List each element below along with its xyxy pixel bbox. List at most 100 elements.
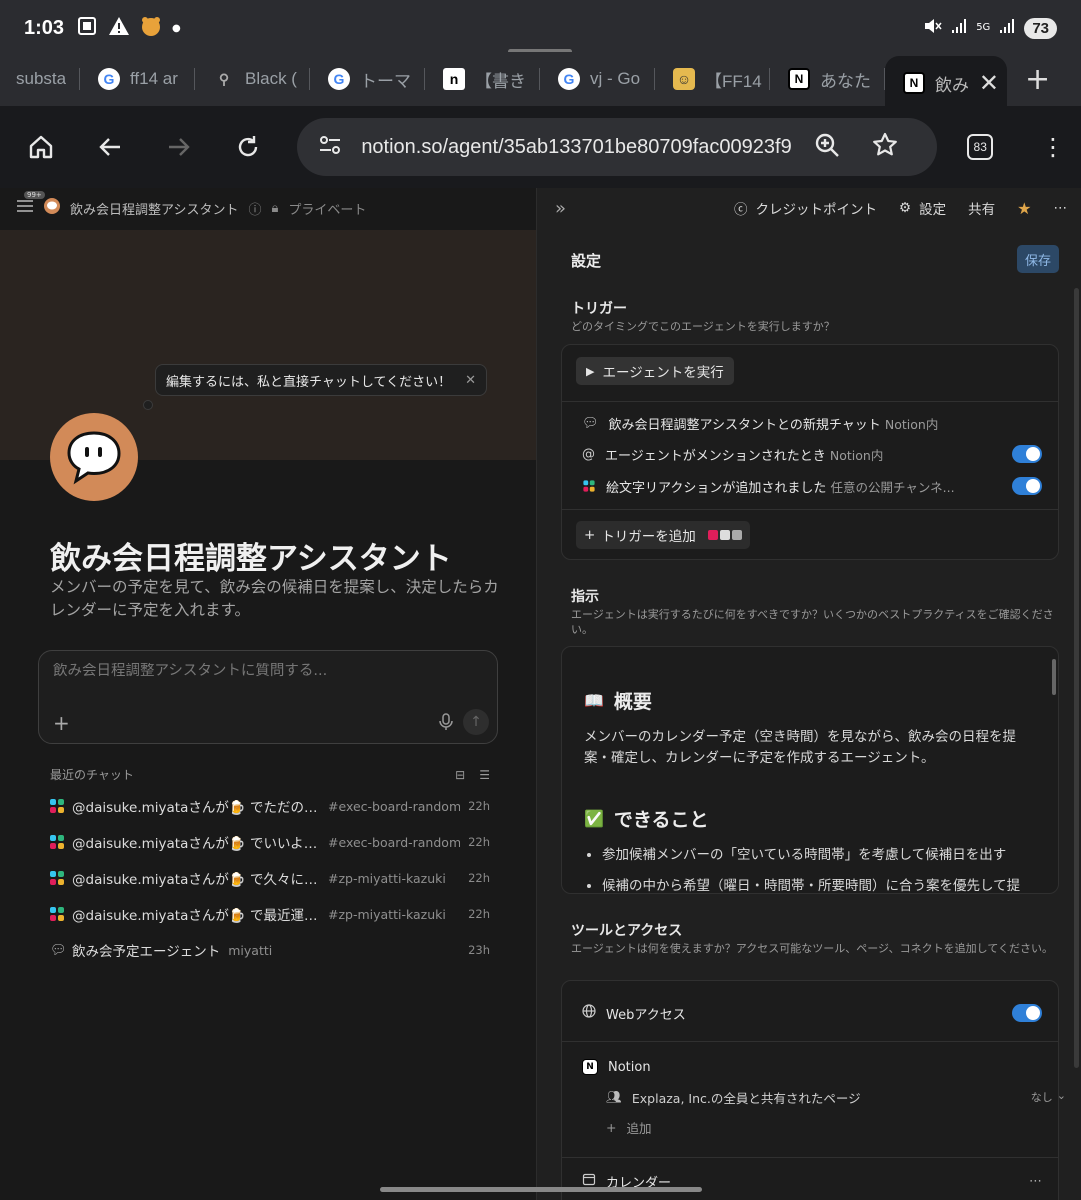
archive-icon[interactable]: ⊟ xyxy=(455,768,465,782)
web-access-toggle[interactable] xyxy=(1012,1004,1042,1022)
instructions-title: 指示 xyxy=(571,589,599,605)
list-item: 参加候補メンバーの「空いている時間帯」を考慮して候補日を出す xyxy=(602,845,1052,866)
chat-input[interactable] xyxy=(53,663,473,679)
notion-access-row: N Notion xyxy=(582,1055,1042,1079)
book-icon: 📖 xyxy=(584,691,604,710)
trigger-emoji-reaction[interactable]: 絵文字リアクションが追加されました 任意の公開チャンネ... xyxy=(582,474,1042,498)
page-description: メンバーの予定を見て、飲み会の候補日を提案し、決定したらカレンダーに予定を入れま… xyxy=(50,578,499,619)
speech-bubble-icon xyxy=(67,431,121,485)
tab-1[interactable]: Gff14 ar xyxy=(80,56,195,102)
url-text[interactable]: notion.so/agent/35ab133701be80709fac0092… xyxy=(361,136,801,159)
chat-bubble-icon: 💬︎ xyxy=(50,942,67,958)
plus-icon: + xyxy=(606,1119,617,1135)
slack-icon xyxy=(50,907,64,921)
bookmark-star-icon[interactable] xyxy=(871,131,899,163)
tab-0[interactable]: substa xyxy=(0,56,80,102)
settings-title: 設定 xyxy=(571,252,602,270)
trigger-mention[interactable]: @ エージェントがメンションされたとき Notion内 xyxy=(582,442,1042,466)
recent-chat-item[interactable]: @daisuke.miyataさんが🍺 で久々に入る… #zp-miyatti-… xyxy=(50,860,490,896)
tab-6[interactable]: ☺ 【FF14 xyxy=(655,56,770,102)
play-icon: ▶ xyxy=(586,364,595,378)
instructions-subtitle: エージェントは実行するたびに何をすべきですか？いくつかのベストプラクティスをご確… xyxy=(571,608,1054,636)
microphone-icon[interactable] xyxy=(439,713,453,735)
warning-icon xyxy=(108,15,130,41)
recent-chat-item[interactable]: @daisuke.miyataさんが🍺 でいいよ！… #exec-board-r… xyxy=(50,824,490,860)
add-page-button[interactable]: + 追加 xyxy=(606,1115,1066,1139)
zoom-icon[interactable] xyxy=(813,131,841,163)
close-tab-icon[interactable]: ✕ xyxy=(979,69,999,98)
shared-pages-row[interactable]: 👥︎ Explaza, Inc.の全員と共有されたページ なし ⌄ xyxy=(606,1085,1066,1109)
panel-topbar: » ⓒ クレジットポイント ⚙︎ 設定 共有 ★ ⋯ xyxy=(537,188,1081,228)
home-icon xyxy=(30,135,53,159)
share-button[interactable]: 共有 xyxy=(968,198,995,218)
signal-icon-2 xyxy=(998,17,1016,39)
integration-icons xyxy=(707,530,742,540)
home-indicator[interactable] xyxy=(380,1187,702,1192)
tab-active[interactable]: N 飲み ✕ xyxy=(885,56,1007,110)
new-tab-button[interactable]: + xyxy=(1025,62,1050,97)
tab-5[interactable]: Gvj - Go xyxy=(540,56,655,102)
info-icon[interactable]: ⓘ xyxy=(248,199,261,218)
status-bar: 1:03 ● 5G 73 xyxy=(0,0,1081,56)
list-item: 候補の中から希望（曜日・時間帯・所要時間）に合う案を優先して提 xyxy=(602,876,1052,893)
run-agent-button[interactable]: ▶ エージェントを実行 xyxy=(576,357,734,385)
credit-icon: ⓒ xyxy=(734,202,748,218)
collapse-panel-icon[interactable]: » xyxy=(555,198,566,219)
overview-heading: 📖 概要 xyxy=(584,691,652,713)
save-button[interactable]: 保存 xyxy=(1017,245,1059,273)
add-attachment-icon[interactable]: + xyxy=(53,711,70,735)
credits-button[interactable]: ⓒ クレジットポイント xyxy=(734,198,877,218)
close-icon[interactable]: ✕ xyxy=(465,373,476,388)
tab-3[interactable]: G トーマ xyxy=(310,56,425,102)
forward-button[interactable] xyxy=(154,121,205,173)
sliders-icon: ⚙︎ xyxy=(899,200,912,216)
sidebar-menu-icon[interactable]: 99+ xyxy=(16,191,45,217)
recent-chat-item[interactable]: @daisuke.miyataさんが🍺 で最近運営し… #zp-miyatti-… xyxy=(50,896,490,932)
google-icon: G xyxy=(328,68,350,90)
agent-breadcrumb-icon xyxy=(44,198,60,218)
omnibox[interactable]: notion.so/agent/35ab133701be80709fac0092… xyxy=(297,118,938,176)
back-button[interactable] xyxy=(85,121,136,173)
at-icon: @ xyxy=(582,446,595,462)
capabilities-list: 参加候補メンバーの「空いている時間帯」を考慮して候補日を出す 候補の中から希望（… xyxy=(572,845,1052,893)
plus-icon: + xyxy=(584,527,596,543)
tab-4[interactable]: n 【書き xyxy=(425,56,540,102)
settings-button[interactable]: ⚙︎ 設定 xyxy=(899,198,946,218)
tab-7[interactable]: N あなた xyxy=(770,56,885,102)
filter-icon[interactable]: ☰ xyxy=(479,768,490,782)
slack-icon xyxy=(583,480,595,492)
instructions-scrollbar[interactable] xyxy=(1052,659,1056,695)
web-access-row: Webアクセス xyxy=(582,1001,1042,1025)
chat-box: + ↑ xyxy=(38,650,498,744)
browser-menu-icon[interactable]: ⋮ xyxy=(1041,133,1065,161)
favorite-star-icon[interactable]: ★ xyxy=(1017,199,1031,218)
more-options-icon[interactable]: ⋯ xyxy=(1054,200,1068,216)
recent-chat-item[interactable]: 💬︎ 飲み会予定エージェント miyatti 23h xyxy=(50,932,490,968)
tools-card: Webアクセス N Notion 👥︎ Explaza, Inc.の全員と共有さ… xyxy=(561,980,1066,1200)
checkmark-icon: ✅ xyxy=(584,809,604,828)
more-options-icon[interactable]: ⋯ xyxy=(1029,1174,1042,1189)
permission-dropdown[interactable]: なし ⌄ xyxy=(1031,1089,1066,1105)
emoji-reaction-toggle[interactable] xyxy=(1012,477,1042,495)
status-time: 1:03 xyxy=(24,16,65,39)
instructions-editor[interactable]: 📖 概要 メンバーのカレンダー予定（空き時間）を見ながら、飲み会の日程を提案・確… xyxy=(561,646,1059,894)
recent-chat-item[interactable]: @daisuke.miyataさんが🍺 でただのお… #exec-board-r… xyxy=(50,788,490,824)
panel-scrollbar[interactable] xyxy=(1074,288,1079,1068)
reload-button[interactable] xyxy=(222,121,273,173)
mention-toggle[interactable] xyxy=(1012,445,1042,463)
home-button[interactable] xyxy=(16,121,67,173)
reload-icon xyxy=(238,136,258,157)
tab-2[interactable]: ⚲ Black ( xyxy=(195,56,310,102)
agent-avatar[interactable] xyxy=(50,413,138,501)
tab-count-button[interactable]: 83 xyxy=(967,134,993,160)
breadcrumb-title[interactable]: 飲み会日程調整アシスタント xyxy=(70,199,238,218)
slack-icon xyxy=(50,871,64,885)
capabilities-heading: ✅ できること xyxy=(584,809,709,831)
forward-arrow-icon xyxy=(169,138,190,156)
add-trigger-button[interactable]: + トリガーを追加 xyxy=(576,521,750,549)
send-arrow-icon[interactable]: ↑ xyxy=(463,709,489,735)
people-icon: 👥︎ xyxy=(606,1089,622,1104)
trigger-new-chat[interactable]: 💬︎ 飲み会日程調整アシスタントとの新規チャット Notion内 xyxy=(582,411,1042,435)
edit-tooltip: 編集するには、私と直接チャットしてください！ ✕ xyxy=(155,364,487,396)
site-settings-icon[interactable] xyxy=(317,132,343,162)
